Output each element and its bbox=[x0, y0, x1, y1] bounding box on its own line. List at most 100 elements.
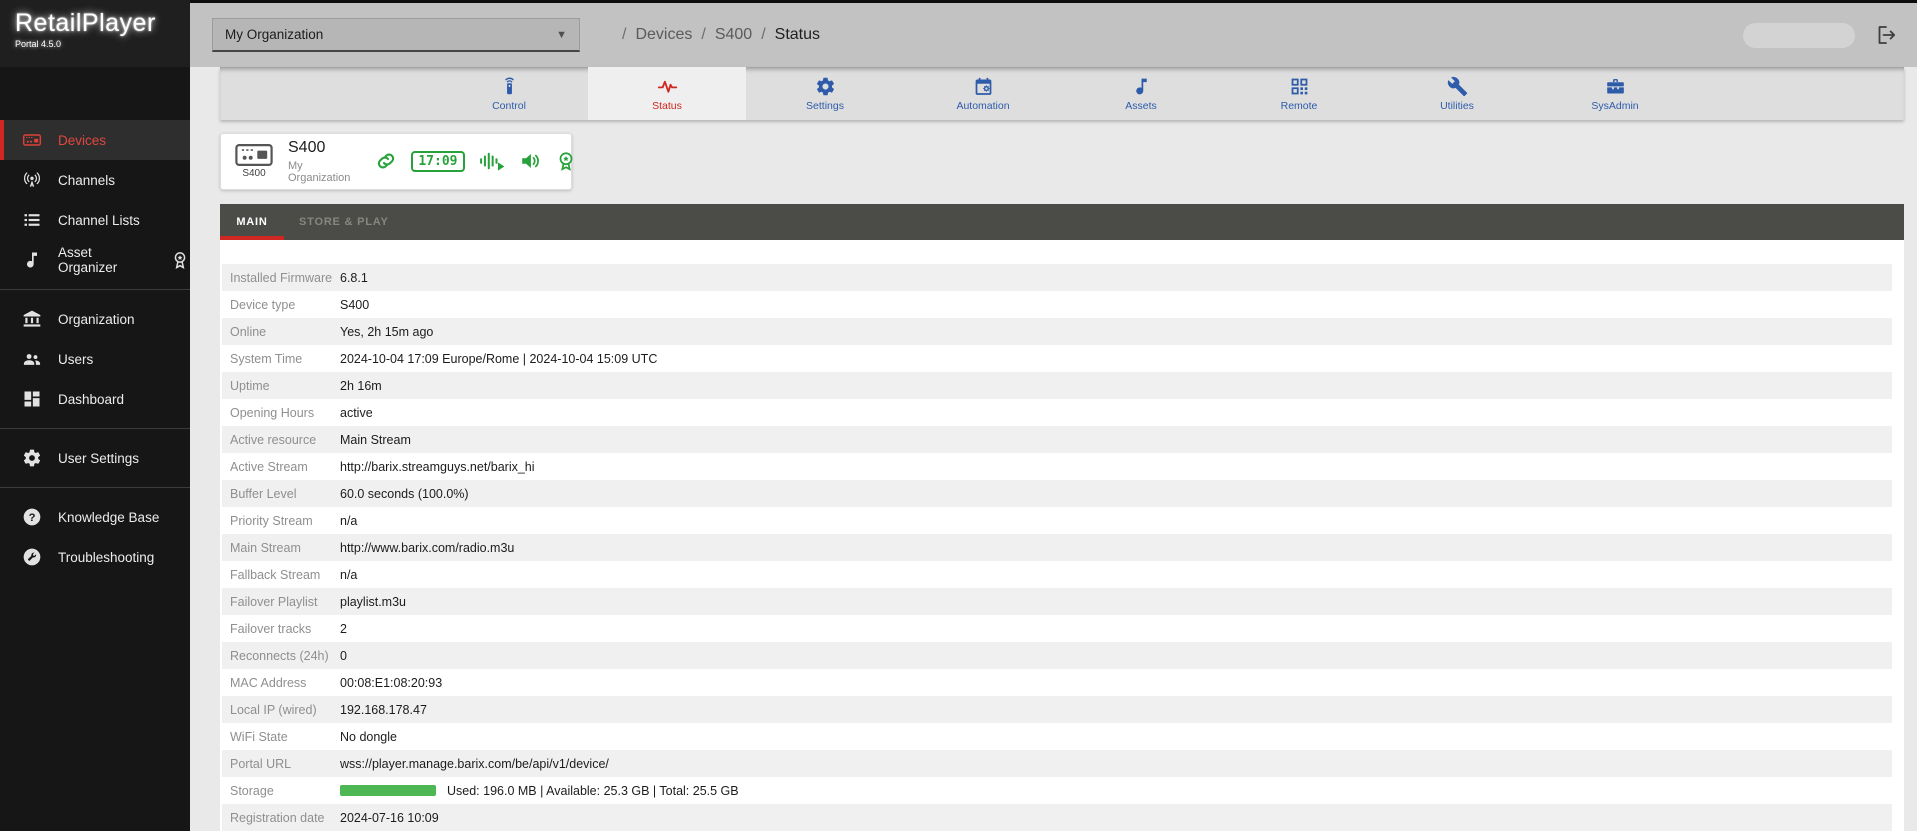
row-value-text: active bbox=[340, 405, 373, 420]
row-label: Priority Stream bbox=[230, 513, 313, 528]
subtab-bar: MAIN STORE & PLAY bbox=[220, 203, 1904, 241]
row-value-text: 2 bbox=[340, 621, 347, 636]
row-label: Device type bbox=[230, 297, 296, 312]
row-value-text: 192.168.178.47 bbox=[340, 702, 427, 717]
sidebar-item-organization[interactable]: Organization bbox=[0, 299, 190, 339]
row-value: Used: 196.0 MB | Available: 25.3 GB | To… bbox=[340, 784, 739, 798]
row-label: MAC Address bbox=[230, 675, 307, 690]
sidebar-divider bbox=[0, 487, 190, 488]
table-row: Local IP (wired) 192.168.178.47 bbox=[222, 696, 1892, 723]
row-value: n/a bbox=[340, 568, 357, 582]
organization-select[interactable]: My Organization ▼ bbox=[212, 18, 580, 52]
row-label: Local IP (wired) bbox=[230, 702, 317, 717]
subtab-store-play[interactable]: STORE & PLAY bbox=[284, 204, 404, 240]
sidebar-item-dashboard[interactable]: Dashboard bbox=[0, 379, 190, 419]
table-row: MAC Address 00:08:E1:08:20:93 bbox=[222, 669, 1892, 696]
row-label: Opening Hours bbox=[230, 405, 315, 420]
row-value: http://www.barix.com/radio.m3u bbox=[340, 541, 514, 555]
status-panel: Installed Firmware 6.8.1 Device type S400 On… bbox=[220, 240, 1904, 831]
subtab-main[interactable]: MAIN bbox=[220, 204, 284, 241]
row-value: S400 bbox=[340, 298, 369, 312]
qr-code-icon bbox=[1289, 76, 1310, 97]
table-row: Online Yes, 2h 15m ago bbox=[222, 318, 1892, 345]
row-value-text: 60.0 seconds (100.0%) bbox=[340, 486, 469, 501]
row-label: Buffer Level bbox=[230, 486, 297, 501]
row-value: Main Stream bbox=[340, 433, 411, 447]
table-row: Uptime 2h 16m bbox=[222, 372, 1892, 399]
sidebar-item-user-settings[interactable]: User Settings bbox=[0, 438, 190, 478]
device-card[interactable]: S400 S400 My Organization 17:09 bbox=[220, 132, 572, 190]
row-value-text: No dongle bbox=[340, 729, 397, 744]
tab-sysadmin[interactable]: SysAdmin bbox=[1536, 67, 1694, 120]
row-label: Failover tracks bbox=[230, 621, 312, 636]
pulse-icon bbox=[657, 76, 678, 97]
table-row: Opening Hours active bbox=[222, 399, 1892, 426]
sidebar-item-label: User Settings bbox=[58, 450, 140, 466]
wrench-icon bbox=[1447, 76, 1468, 97]
row-value-text: playlist.m3u bbox=[340, 594, 406, 609]
sidebar-item-label: Organization bbox=[58, 311, 135, 327]
row-label: Failover Playlist bbox=[230, 594, 318, 609]
sidebar-item-label: Asset Organizer bbox=[58, 245, 118, 275]
row-value-text: Used: 196.0 MB | Available: 25.3 GB | To… bbox=[447, 783, 739, 798]
row-value-text: http://barix.streamguys.net/barix_hi bbox=[340, 459, 535, 474]
tab-label: Assets bbox=[1125, 100, 1157, 113]
breadcrumb-item[interactable]: S400 bbox=[715, 26, 752, 44]
sidebar-item-troubleshooting[interactable]: Troubleshooting bbox=[0, 537, 190, 577]
row-value: No dongle bbox=[340, 730, 397, 744]
list-icon bbox=[22, 210, 42, 230]
row-value: 2024-10-04 17:09 Europe/Rome | 2024-10-0… bbox=[340, 352, 657, 366]
main-content: Control Status Settings Automation Assets Rem… bbox=[190, 67, 1917, 831]
row-label: Uptime bbox=[230, 378, 270, 393]
sidebar-item-channels[interactable]: Channels bbox=[0, 160, 190, 200]
sidebar-item-devices[interactable]: Devices bbox=[0, 120, 190, 160]
sidebar-item-asset-organizer[interactable]: Asset Organizer bbox=[0, 240, 190, 280]
tab-assets[interactable]: Assets bbox=[1062, 67, 1220, 120]
row-label: WiFi State bbox=[230, 729, 288, 744]
breadcrumb-separator: / bbox=[761, 26, 766, 43]
tab-remote[interactable]: Remote bbox=[1220, 67, 1378, 120]
row-value: 6.8.1 bbox=[340, 271, 368, 285]
row-value-text: Yes, 2h 15m ago bbox=[340, 324, 434, 339]
sidebar-item-label: Dashboard bbox=[58, 391, 125, 407]
link-icon bbox=[375, 150, 397, 172]
table-row: Priority Stream n/a bbox=[222, 507, 1892, 534]
sidebar-item-channel-lists[interactable]: Channel Lists bbox=[0, 200, 190, 240]
row-label: Storage bbox=[230, 783, 274, 798]
tab-automation[interactable]: Automation bbox=[904, 67, 1062, 120]
clock-display: 17:09 bbox=[411, 150, 465, 172]
row-label: Online bbox=[230, 324, 267, 339]
toolbox-icon bbox=[1605, 76, 1626, 97]
header-right bbox=[1743, 22, 1897, 48]
tab-status[interactable]: Status bbox=[588, 67, 746, 120]
row-value-text: 2024-10-04 17:09 Europe/Rome | 2024-10-0… bbox=[340, 351, 658, 366]
calendar-gear-icon bbox=[973, 76, 994, 97]
tab-settings[interactable]: Settings bbox=[746, 67, 904, 120]
tab-label: Automation bbox=[956, 100, 1010, 113]
device-status-icons: 17:09 bbox=[375, 150, 576, 172]
logout-icon[interactable] bbox=[1873, 23, 1897, 47]
row-value: 00:08:E1:08:20:93 bbox=[340, 676, 442, 690]
row-label: Reconnects (24h) bbox=[230, 648, 329, 663]
sidebar-item-knowledge-base[interactable]: ? Knowledge Base bbox=[0, 497, 190, 537]
tab-label: Utilities bbox=[1440, 100, 1474, 113]
tab-label: Control bbox=[492, 100, 526, 113]
breadcrumb-item[interactable]: Devices bbox=[635, 26, 692, 44]
bank-icon bbox=[22, 309, 42, 329]
music-note-icon bbox=[1131, 76, 1152, 97]
tab-control[interactable]: Control bbox=[430, 67, 588, 120]
sidebar-item-label: Users bbox=[58, 351, 94, 367]
sidebar-item-label: Troubleshooting bbox=[58, 549, 155, 565]
row-label: Portal URL bbox=[230, 756, 292, 771]
tab-label: Remote bbox=[1280, 100, 1318, 113]
breadcrumb-separator: / bbox=[622, 26, 627, 43]
row-label: Registration date bbox=[230, 810, 325, 825]
app-logo-version: Portal 4.5.0 bbox=[15, 39, 62, 49]
row-value: 2h 16m bbox=[340, 379, 382, 393]
sidebar-item-users[interactable]: Users bbox=[0, 339, 190, 379]
row-value-text: http://www.barix.com/radio.m3u bbox=[340, 540, 515, 555]
device-tab-strip: Control Status Settings Automation Assets Rem… bbox=[220, 67, 1904, 120]
row-value-text: S400 bbox=[340, 297, 370, 312]
tab-utilities[interactable]: Utilities bbox=[1378, 67, 1536, 120]
row-value: playlist.m3u bbox=[340, 595, 406, 609]
